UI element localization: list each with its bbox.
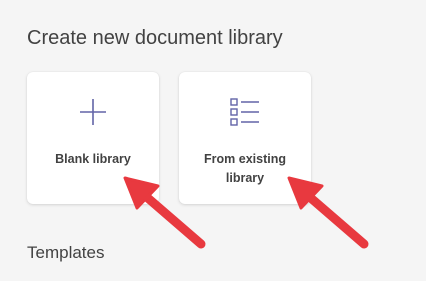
plus-icon: [80, 99, 106, 125]
page-title: Create new document library: [27, 27, 283, 49]
blank-library-card[interactable]: Blank library: [27, 72, 159, 204]
blank-library-label: Blank library: [55, 152, 131, 166]
from-existing-library-label: From existing library: [204, 152, 286, 185]
list-icon: [230, 98, 259, 126]
from-existing-library-card[interactable]: From existing library: [179, 72, 311, 204]
templates-title: Templates: [27, 243, 105, 262]
